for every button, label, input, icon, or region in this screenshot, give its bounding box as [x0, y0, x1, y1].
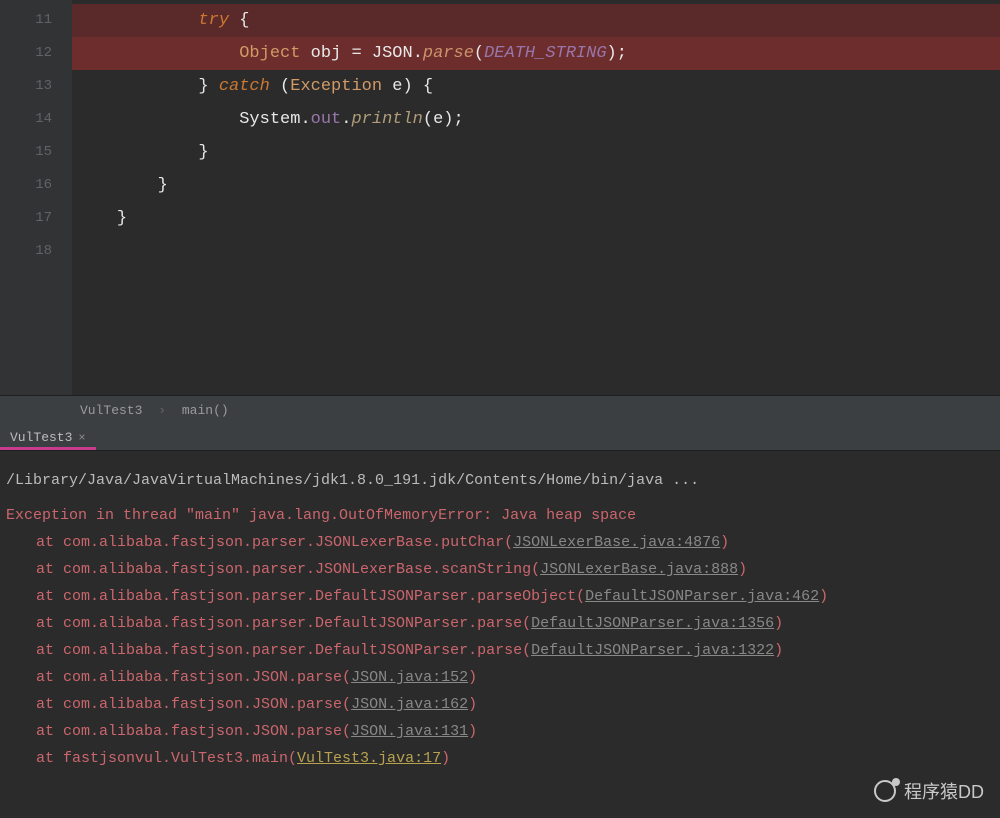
line-number[interactable]: 15 — [0, 136, 52, 169]
console-line: at com.alibaba.fastjson.parser.DefaultJS… — [6, 637, 994, 664]
code-line[interactable]: System.out.println(e); — [72, 103, 1000, 136]
code-area[interactable]: try { Object obj = JSON.parse(DEATH_STRI… — [72, 0, 1000, 395]
code-line[interactable]: try { — [72, 4, 1000, 37]
stacktrace-link[interactable]: DefaultJSONParser.java:462 — [585, 588, 819, 605]
code-line[interactable] — [72, 235, 1000, 268]
code-line[interactable]: Object obj = JSON.parse(DEATH_STRING); — [72, 37, 1000, 70]
stacktrace-link[interactable]: JSON.java:162 — [351, 696, 468, 713]
chevron-right-icon: › — [158, 403, 166, 418]
code-line[interactable]: } — [72, 202, 1000, 235]
stacktrace-link[interactable]: JSON.java:131 — [351, 723, 468, 740]
stacktrace-link[interactable]: DefaultJSONParser.java:1356 — [531, 615, 774, 632]
run-panel-tabs: VulTest3 × — [0, 425, 1000, 451]
breadcrumb-method[interactable]: main() — [182, 403, 229, 418]
console-line: at fastjsonvul.VulTest3.main(VulTest3.ja… — [6, 745, 994, 772]
wechat-icon — [874, 780, 896, 802]
code-line[interactable]: } catch (Exception e) { — [72, 70, 1000, 103]
stacktrace-link[interactable]: JSONLexerBase.java:888 — [540, 561, 738, 578]
code-line[interactable]: } — [72, 136, 1000, 169]
tab-label: VulTest3 — [10, 430, 72, 445]
watermark: 程序猿DD — [874, 778, 984, 804]
console-line: Exception in thread "main" java.lang.Out… — [6, 502, 994, 529]
tab-run-config[interactable]: VulTest3 × — [0, 426, 96, 450]
stacktrace-link[interactable]: JSON.java:152 — [351, 669, 468, 686]
console-output[interactable]: /Library/Java/JavaVirtualMachines/jdk1.8… — [0, 451, 1000, 818]
console-line: at com.alibaba.fastjson.JSON.parse(JSON.… — [6, 664, 994, 691]
gutter: 1112131415161718 — [0, 0, 72, 395]
line-number[interactable]: 12 — [0, 37, 52, 70]
code-line[interactable]: } — [72, 169, 1000, 202]
stacktrace-link[interactable]: DefaultJSONParser.java:1322 — [531, 642, 774, 659]
console-line: at com.alibaba.fastjson.JSON.parse(JSON.… — [6, 718, 994, 745]
console-line: at com.alibaba.fastjson.parser.JSONLexer… — [6, 556, 994, 583]
line-number[interactable]: 13 — [0, 70, 52, 103]
console-line: /Library/Java/JavaVirtualMachines/jdk1.8… — [6, 467, 994, 494]
breadcrumb-class[interactable]: VulTest3 — [80, 403, 142, 418]
stacktrace-link[interactable]: VulTest3.java:17 — [297, 750, 441, 767]
console-line: at com.alibaba.fastjson.parser.DefaultJS… — [6, 583, 994, 610]
line-number[interactable]: 14 — [0, 103, 52, 136]
line-number[interactable]: 18 — [0, 235, 52, 268]
stacktrace-link[interactable]: JSONLexerBase.java:4876 — [513, 534, 720, 551]
line-number[interactable]: 11 — [0, 4, 52, 37]
code-editor[interactable]: 1112131415161718 try { Object obj = JSON… — [0, 0, 1000, 395]
close-icon[interactable]: × — [78, 431, 85, 445]
breadcrumb[interactable]: VulTest3 › main() — [0, 395, 1000, 425]
console-line: at com.alibaba.fastjson.parser.JSONLexer… — [6, 529, 994, 556]
console-line: at com.alibaba.fastjson.JSON.parse(JSON.… — [6, 691, 994, 718]
line-number[interactable]: 16 — [0, 169, 52, 202]
console-line: at com.alibaba.fastjson.parser.DefaultJS… — [6, 610, 994, 637]
watermark-text: 程序猿DD — [904, 778, 984, 804]
line-number[interactable]: 17 — [0, 202, 52, 235]
